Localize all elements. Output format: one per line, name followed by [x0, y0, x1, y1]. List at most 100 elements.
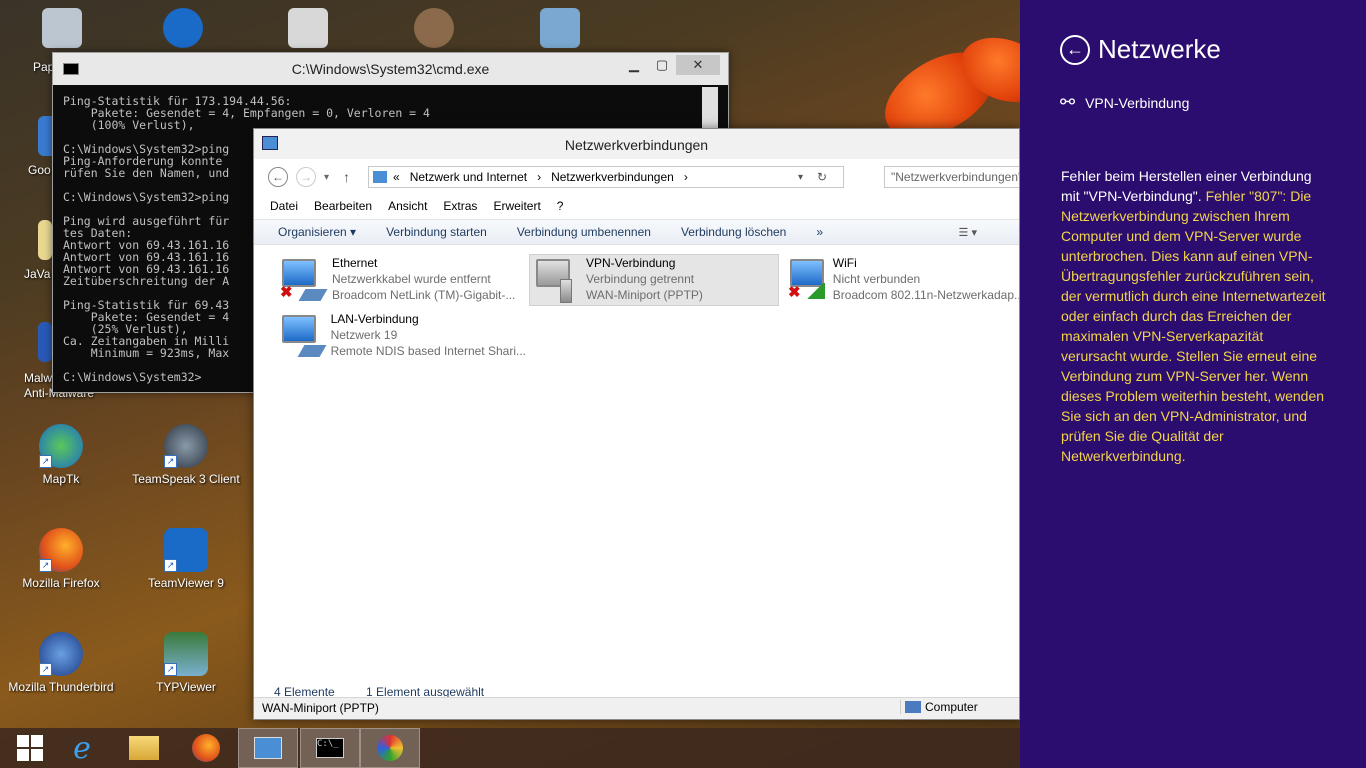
setup-app-icon[interactable]	[540, 8, 580, 48]
forward-icon[interactable]: →	[296, 167, 316, 187]
desktop-icon-label: MapTk	[42, 472, 80, 486]
breadcrumb-separator[interactable]: ›	[537, 170, 541, 184]
breadcrumb-network-connections[interactable]: Netzwerkverbindungen	[551, 170, 674, 184]
organize-button[interactable]: Organisieren ▾	[278, 225, 356, 239]
sync-app-icon[interactable]	[163, 8, 203, 48]
firefox-icon: ↗	[39, 528, 83, 572]
media-app-icon[interactable]	[288, 8, 328, 48]
breadcrumb-overflow[interactable]: «	[393, 170, 400, 184]
google-chrome-icon[interactable]	[38, 116, 52, 156]
desktop-icon-label: TeamSpeak 3 Client	[132, 472, 240, 486]
window-title: Netzwerkverbindungen	[564, 137, 709, 153]
menu-extras[interactable]: Extras	[443, 199, 477, 213]
menu-help[interactable]: ?	[557, 199, 564, 213]
vpn-label: VPN-Verbindung	[1085, 94, 1190, 111]
details-device: WAN-Miniport (PPTP)	[262, 701, 379, 715]
thunderbird-icon: ↗	[39, 632, 83, 676]
taskbar-internet-explorer[interactable]: e	[52, 728, 112, 768]
cmd-icon: C:\_	[316, 738, 344, 758]
taskbar-cmd[interactable]: C:\_	[300, 728, 360, 768]
menu-ansicht[interactable]: Ansicht	[388, 199, 427, 213]
close-button[interactable]: ✕	[676, 55, 720, 75]
up-icon[interactable]: ↑	[343, 169, 350, 185]
connection-item-wifi[interactable]: ✖ WiFi Nicht verbunden Broadcom 802.11n-Ne…	[784, 255, 1019, 307]
server-icon	[560, 279, 572, 303]
taskbar: e C:\_	[0, 728, 1020, 768]
connection-name: VPN-Verbindung	[586, 256, 676, 270]
desktop-icon-teamviewer[interactable]: ↗ TeamViewer 9	[131, 528, 241, 590]
minimize-button[interactable]: ▁	[1011, 131, 1019, 151]
start-button[interactable]	[0, 728, 60, 768]
breadcrumb-separator[interactable]: ›	[684, 170, 688, 184]
address-bar[interactable]: « Netzwerk und Internet › Netzwerkverbin…	[368, 166, 844, 188]
globe-icon: ↗	[39, 424, 83, 468]
connection-item-vpn[interactable]: VPN-Verbindung Verbindung getrennt WAN-Min…	[529, 254, 779, 306]
menu-datei[interactable]: Datei	[270, 199, 298, 213]
connection-device: WAN-Miniport (PPTP)	[586, 288, 703, 302]
details-bar: WAN-Miniport (PPTP) Computer	[254, 697, 1019, 719]
disconnected-x-icon: ✖	[280, 284, 293, 301]
taskbar-firefox[interactable]	[176, 728, 236, 768]
search-input[interactable]: "Netzwerkverbindungen" durchsuchen	[884, 166, 1019, 188]
view-options-icon[interactable]: ☰ ▾	[959, 226, 977, 239]
details-location: Computer	[925, 700, 978, 714]
desktop-label-partial: Malw	[24, 371, 53, 385]
address-bar-row: ← → ▾ ↑ « Netzwerk und Internet › Netzwe…	[268, 165, 1019, 189]
menu-erweitert[interactable]: Erweitert	[493, 199, 540, 213]
connection-status: Netzwerk 19	[330, 328, 398, 342]
desktop-icon-thunderbird[interactable]: ↗ Mozilla Thunderbird	[6, 632, 116, 694]
network-connections-window[interactable]: Netzwerkverbindungen ▁ ← → ▾ ↑ « Netzwer…	[253, 128, 1020, 720]
taskbar-network-connections[interactable]	[238, 728, 298, 768]
user-app-icon[interactable]	[414, 8, 454, 48]
delete-connection-button[interactable]: Verbindung löschen	[681, 225, 786, 239]
signal-bars-icon	[804, 283, 825, 299]
desktop-icon-firefox[interactable]: ↗ Mozilla Firefox	[6, 528, 116, 590]
connection-device: Broadcom NetLink (TM)-Gigabit-...	[332, 288, 516, 302]
connection-name: WiFi	[832, 256, 857, 270]
vpn-network-item[interactable]: ⚯ VPN-Verbindung	[1060, 92, 1189, 113]
desktop-label-partial: Goo	[28, 163, 51, 177]
refresh-icon[interactable]: ↻	[817, 170, 827, 184]
monitor-icon	[282, 315, 316, 343]
desktop-icon-maptk[interactable]: ↗ MapTk	[6, 424, 116, 486]
networks-charm-panel: ← Netzwerke ⚯ VPN-Verbindung Fehler beim…	[1020, 0, 1366, 768]
disconnected-x-icon: ✖	[788, 284, 801, 301]
start-connection-button[interactable]: Verbindung starten	[386, 225, 487, 239]
scrollbar[interactable]	[702, 87, 718, 129]
recycle-bin-icon[interactable]	[42, 8, 82, 48]
menu-bearbeiten[interactable]: Bearbeiten	[314, 199, 372, 213]
taskbar-paint[interactable]	[360, 728, 420, 768]
network-cable-icon	[297, 345, 327, 357]
teamspeak-icon: ↗	[164, 424, 208, 468]
panel-title: Netzwerke	[1098, 34, 1221, 64]
rename-connection-button[interactable]: Verbindung umbenennen	[517, 225, 651, 239]
desktop-icon-typviewer[interactable]: ↗ TYPViewer	[131, 632, 241, 694]
command-bar: Organisieren ▾ Verbindung starten Verbin…	[254, 219, 1019, 245]
more-commands-button[interactable]: »	[816, 225, 823, 239]
breadcrumb-network-internet[interactable]: Netzwerk und Internet	[410, 170, 527, 184]
network-window-icon	[254, 737, 282, 759]
error-details: Fehler "807": Die Netzwerkverbindung zwi…	[1061, 188, 1326, 464]
cmd-titlebar[interactable]: C:\Windows\System32\cmd.exe ▁ ▢ ✕	[53, 53, 728, 85]
connection-device: Remote NDIS based Internet Shari...	[330, 344, 526, 358]
recent-dropdown-icon[interactable]: ▾	[324, 172, 329, 183]
connection-name: LAN-Verbindung	[330, 312, 419, 326]
desktop-icon-teamspeak[interactable]: ↗ TeamSpeak 3 Client	[131, 424, 241, 486]
connection-item-lan[interactable]: LAN-Verbindung Netzwerk 19 Remote NDIS bas…	[276, 311, 526, 363]
taskbar-file-explorer[interactable]	[114, 728, 174, 768]
connection-status: Netzwerkkabel wurde entfernt	[332, 272, 491, 286]
paint-palette-icon	[377, 735, 403, 761]
maximize-button[interactable]: ▢	[648, 55, 676, 75]
network-cable-icon	[298, 289, 328, 301]
explorer-titlebar[interactable]: Netzwerkverbindungen ▁	[254, 129, 1019, 159]
connection-status: Nicht verbunden	[832, 272, 921, 286]
malwarebytes-icon[interactable]	[38, 322, 52, 362]
connection-item-ethernet[interactable]: ✖ Ethernet Netzwerkkabel wurde entfernt Br…	[276, 255, 526, 307]
network-location-icon	[373, 171, 387, 183]
java-icon[interactable]	[38, 220, 52, 260]
minimize-button[interactable]: ▁	[620, 55, 648, 75]
chevron-down-icon[interactable]: ▾	[798, 172, 803, 183]
desktop-icon-label: TYPViewer	[156, 680, 216, 694]
back-arrow-icon[interactable]: ←	[1060, 34, 1090, 65]
back-icon[interactable]: ←	[268, 167, 288, 187]
